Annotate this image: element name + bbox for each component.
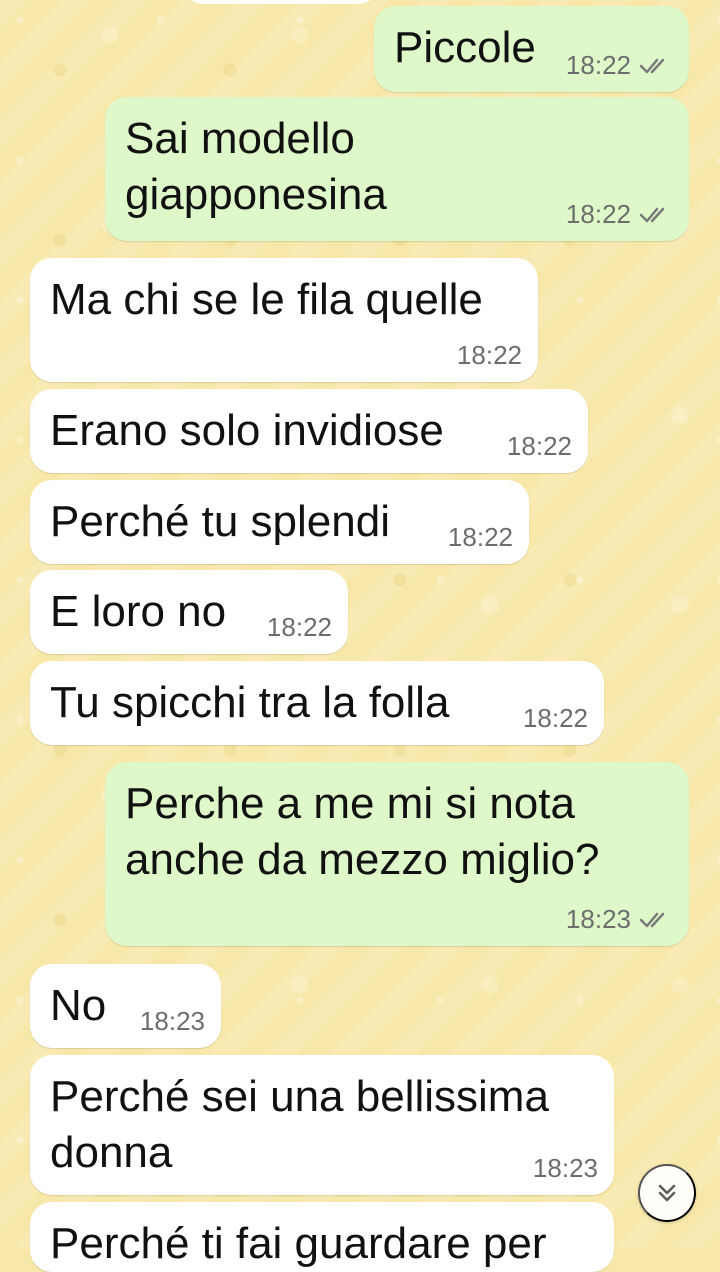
message-bubble-incoming[interactable]: No 18:23 bbox=[30, 964, 221, 1048]
previous-message-edge bbox=[185, 0, 377, 4]
message-bubble-incoming[interactable]: Perché tu splendi 18:22 bbox=[30, 480, 529, 564]
message-meta: 18:22 bbox=[523, 703, 588, 733]
message-bubble-outgoing[interactable]: Piccole 18:22 bbox=[374, 6, 689, 92]
message-bubble-outgoing[interactable]: Perche a me mi si nota anche da mezzo mi… bbox=[105, 762, 689, 946]
message-bubble-incoming[interactable]: Perché ti fai guardare per bbox=[30, 1202, 614, 1272]
message-text: No bbox=[50, 981, 107, 1030]
message-text: Perché tu splendi bbox=[50, 497, 390, 546]
message-time: 18:23 bbox=[565, 904, 631, 934]
message-time: 18:22 bbox=[565, 199, 631, 229]
message-text: Ma chi se le fila quelle bbox=[50, 275, 483, 324]
message-time: 18:22 bbox=[266, 612, 332, 642]
double-check-icon bbox=[639, 912, 665, 928]
double-check-icon bbox=[639, 58, 665, 74]
message-bubble-incoming[interactable]: E loro no 18:22 bbox=[30, 570, 348, 654]
message-bubble-incoming[interactable]: Perché sei una bellissima donna 18:23 bbox=[30, 1055, 614, 1195]
message-text: E loro no bbox=[50, 587, 227, 636]
message-time: 18:22 bbox=[522, 703, 588, 733]
double-chevron-down-icon bbox=[658, 1184, 676, 1202]
message-text: Perché ti fai guardare per bbox=[50, 1219, 547, 1268]
message-meta: 18:22 bbox=[507, 431, 572, 461]
message-time: 18:22 bbox=[456, 340, 522, 370]
message-time: 18:23 bbox=[532, 1153, 598, 1183]
message-text: Erano solo invidiose bbox=[50, 406, 444, 455]
message-meta: 18:23 bbox=[533, 1153, 598, 1183]
message-text: Perche a me mi si nota anche da mezzo mi… bbox=[125, 779, 600, 884]
message-meta: 18:22 bbox=[267, 612, 332, 642]
message-time: 18:23 bbox=[139, 1006, 205, 1036]
message-bubble-outgoing[interactable]: Sai modello giapponesina 18:22 bbox=[105, 97, 689, 241]
message-bubble-incoming[interactable]: Ma chi se le fila quelle 18:22 bbox=[30, 258, 538, 382]
chat-thread[interactable]: Piccole 18:22 Sai modello giapponesina 1… bbox=[0, 0, 720, 1272]
scroll-to-bottom-button[interactable] bbox=[638, 1164, 696, 1222]
message-text: Sai modello giapponesina bbox=[125, 114, 387, 219]
message-time: 18:22 bbox=[447, 522, 513, 552]
double-check-icon bbox=[639, 207, 665, 223]
message-meta: 18:22 bbox=[457, 340, 522, 370]
message-meta: 18:23 bbox=[566, 904, 673, 934]
message-meta: 18:22 bbox=[566, 50, 673, 80]
message-meta: 18:23 bbox=[140, 1006, 205, 1036]
message-text: Perché sei una bellissima donna bbox=[50, 1072, 549, 1177]
message-meta: 18:22 bbox=[448, 522, 513, 552]
message-time: 18:22 bbox=[506, 431, 572, 461]
message-time: 18:22 bbox=[565, 50, 631, 80]
message-bubble-incoming[interactable]: Erano solo invidiose 18:22 bbox=[30, 389, 588, 473]
message-meta: 18:22 bbox=[566, 199, 673, 229]
message-text: Piccole bbox=[394, 23, 536, 72]
message-text: Tu spicchi tra la folla bbox=[50, 678, 450, 727]
message-bubble-incoming[interactable]: Tu spicchi tra la folla 18:22 bbox=[30, 661, 604, 745]
